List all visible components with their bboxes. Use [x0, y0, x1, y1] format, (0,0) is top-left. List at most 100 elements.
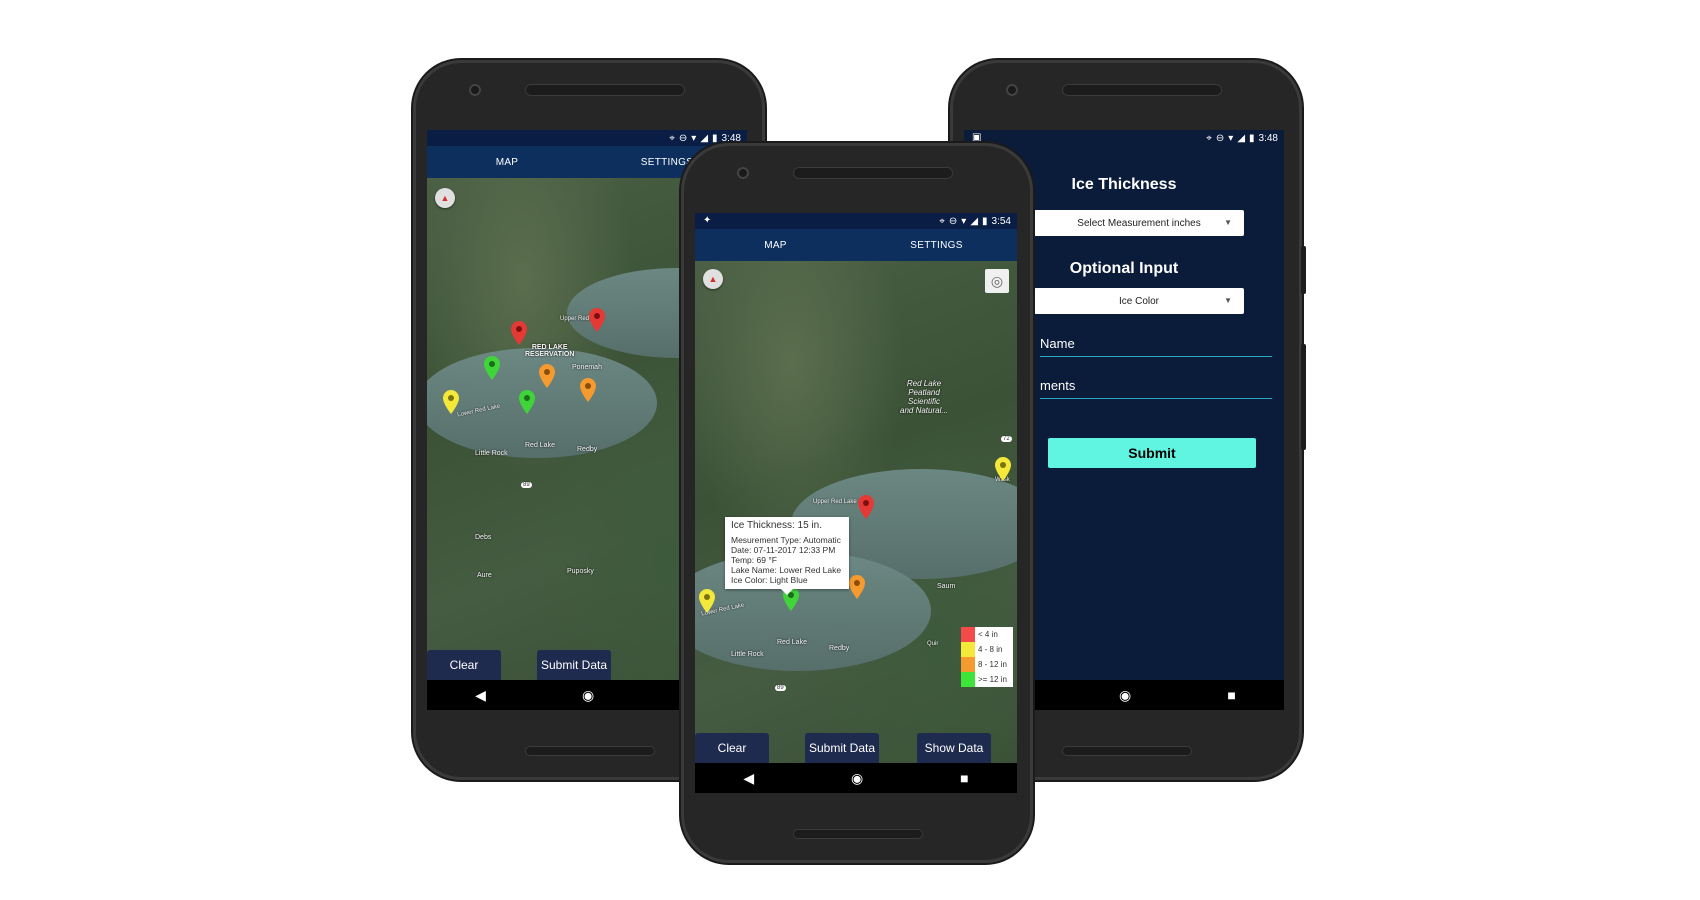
green-pin[interactable]	[519, 390, 535, 414]
submit-button[interactable]: Submit	[1048, 438, 1256, 468]
yellow-pin[interactable]	[699, 589, 715, 613]
speaker-grille	[793, 167, 953, 179]
popup-lake: Lake Name: Lower Red Lake	[731, 565, 842, 575]
popup-color: Ice Color: Light Blue	[731, 575, 808, 585]
green-pin[interactable]	[484, 356, 500, 380]
map-label-saum: Saum	[937, 583, 956, 590]
map-label-route72: 72	[1001, 436, 1012, 442]
map-label-ponemah: Ponemah	[572, 364, 602, 371]
popup-type: Mesurement Type: Automatic	[731, 535, 841, 545]
front-camera	[1006, 84, 1018, 96]
orange-pin[interactable]	[849, 575, 865, 599]
map-label-aure: Aure	[477, 572, 492, 579]
map-label-quiring: Quir	[927, 641, 939, 647]
front-camera	[737, 167, 749, 179]
map-label-little-rock: Little Rock	[731, 651, 764, 658]
clock: 3:48	[1258, 132, 1278, 144]
clear-button[interactable]: Clear	[695, 733, 769, 763]
recent-icon[interactable]: ■	[1227, 687, 1235, 703]
comments-field[interactable]: ments	[1040, 378, 1272, 399]
dnd-icon: ⊖	[948, 215, 958, 227]
status-bar: ▣ ⌖ ⊖ ▾ ◢ ▮ 3:48	[964, 130, 1284, 146]
volume-button[interactable]	[1301, 246, 1306, 294]
submit-data-button[interactable]: Submit Data	[805, 733, 879, 763]
front-camera	[469, 84, 481, 96]
map-label-redby: Redby	[577, 446, 598, 453]
dnd-icon: ⊖	[1215, 132, 1225, 144]
wifi-icon: ▾	[691, 132, 697, 144]
yellow-pin[interactable]	[995, 457, 1011, 481]
map-label-debs: Debs	[475, 534, 492, 541]
legend-swatch	[961, 627, 975, 642]
clear-button[interactable]: Clear	[427, 650, 501, 680]
my-location-icon[interactable]: ◎	[985, 269, 1009, 293]
legend-label: < 4 in	[978, 630, 998, 639]
dnd-icon: ⊖	[678, 132, 688, 144]
red-pin[interactable]	[858, 495, 874, 519]
name-field[interactable]: Name	[1040, 336, 1272, 357]
legend-label: 8 - 12 in	[978, 660, 1007, 669]
submit-data-button[interactable]: Submit Data	[537, 650, 611, 680]
tab-map[interactable]: MAP	[427, 157, 587, 168]
status-bar: ⌖ ⊖ ▾ ◢ ▮ 3:48	[427, 130, 747, 146]
bottom-speaker	[525, 746, 655, 756]
map-label-red-lake: Red Lake	[525, 442, 555, 449]
legend-row: >= 12 in	[961, 672, 1013, 687]
thickness-legend: < 4 in 4 - 8 in 8 - 12 in >= 12 in	[961, 627, 1013, 687]
signal-icon: ◢	[1237, 132, 1246, 144]
tab-map[interactable]: MAP	[695, 240, 856, 251]
compass-icon[interactable]: ▲	[703, 269, 723, 289]
red-pin[interactable]	[511, 321, 527, 345]
map-label-peatland: Red Lake Peatland Scientific and Natural…	[900, 379, 949, 415]
legend-label: 4 - 8 in	[978, 645, 1003, 654]
yellow-pin[interactable]	[443, 390, 459, 414]
ice-color-select-value: Ice Color	[1118, 295, 1159, 307]
measurement-select[interactable]: Select Measurement inches ▼	[1034, 210, 1244, 236]
home-icon[interactable]: ◉	[1119, 687, 1131, 704]
dropdown-caret-icon: ▼	[1224, 218, 1232, 227]
bottom-speaker	[1062, 746, 1192, 756]
orange-pin[interactable]	[580, 378, 596, 402]
tab-settings[interactable]: SETTINGS	[856, 240, 1017, 251]
home-icon[interactable]: ◉	[582, 687, 594, 704]
battery-icon: ▮	[712, 132, 718, 144]
map-label-little-rock: Little Rock	[475, 450, 508, 457]
map-label-red-lake: Red Lake	[777, 639, 807, 646]
back-icon[interactable]: ◀	[743, 770, 754, 787]
speaker-grille	[1062, 84, 1222, 96]
comments-field-label: ments	[1040, 378, 1076, 393]
map-label-route: 89	[775, 685, 786, 691]
image-icon: ▣	[972, 132, 982, 143]
popup-date: Date: 07-11-2017 12:33 PM	[731, 545, 836, 555]
nav-bar: ◀ ◉ ■	[695, 763, 1017, 793]
back-icon[interactable]: ◀	[475, 687, 486, 704]
name-field-label: Name	[1040, 336, 1075, 351]
middle-screen: ✦ ⌖ ⊖ ▾ ◢ ▮ 3:54 MAP SETTINGS ▲ ◎ Red La…	[695, 213, 1017, 793]
legend-swatch	[961, 642, 975, 657]
legend-row: < 4 in	[961, 627, 1013, 642]
signal-icon: ◢	[970, 215, 979, 227]
red-pin[interactable]	[589, 308, 605, 332]
location-icon: ⌖	[939, 215, 945, 227]
map-label-puposky: Puposky	[567, 568, 594, 575]
compass-icon[interactable]: ▲	[435, 188, 455, 208]
measurement-select-value: Select Measurement inches	[1077, 217, 1201, 229]
middle-phone: ✦ ⌖ ⊖ ▾ ◢ ▮ 3:54 MAP SETTINGS ▲ ◎ Red La…	[681, 143, 1033, 863]
bottom-speaker	[793, 829, 923, 839]
power-button[interactable]	[1301, 344, 1306, 450]
show-data-button[interactable]: Show Data	[917, 733, 991, 763]
recent-icon[interactable]: ■	[960, 770, 968, 786]
battery-icon: ▮	[1249, 132, 1255, 144]
map-label-reservation: RED LAKE RESERVATION	[525, 344, 575, 358]
status-bar: ✦ ⌖ ⊖ ▾ ◢ ▮ 3:54	[695, 213, 1017, 229]
signal-icon: ◢	[700, 132, 709, 144]
satellite-map[interactable]: ▲ ◎ Red Lake Peatland Scientific and Nat…	[695, 261, 1017, 763]
ice-color-select[interactable]: Ice Color ▼	[1034, 288, 1244, 314]
popup-temp: Temp: 69 °F	[731, 555, 777, 565]
home-icon[interactable]: ◉	[851, 770, 863, 787]
clock: 3:54	[991, 215, 1011, 227]
orange-pin[interactable]	[539, 364, 555, 388]
tab-bar: MAP SETTINGS	[695, 229, 1017, 261]
location-icon: ⌖	[1206, 132, 1212, 144]
popup-thickness: Ice Thickness: 15 in.	[731, 520, 822, 531]
